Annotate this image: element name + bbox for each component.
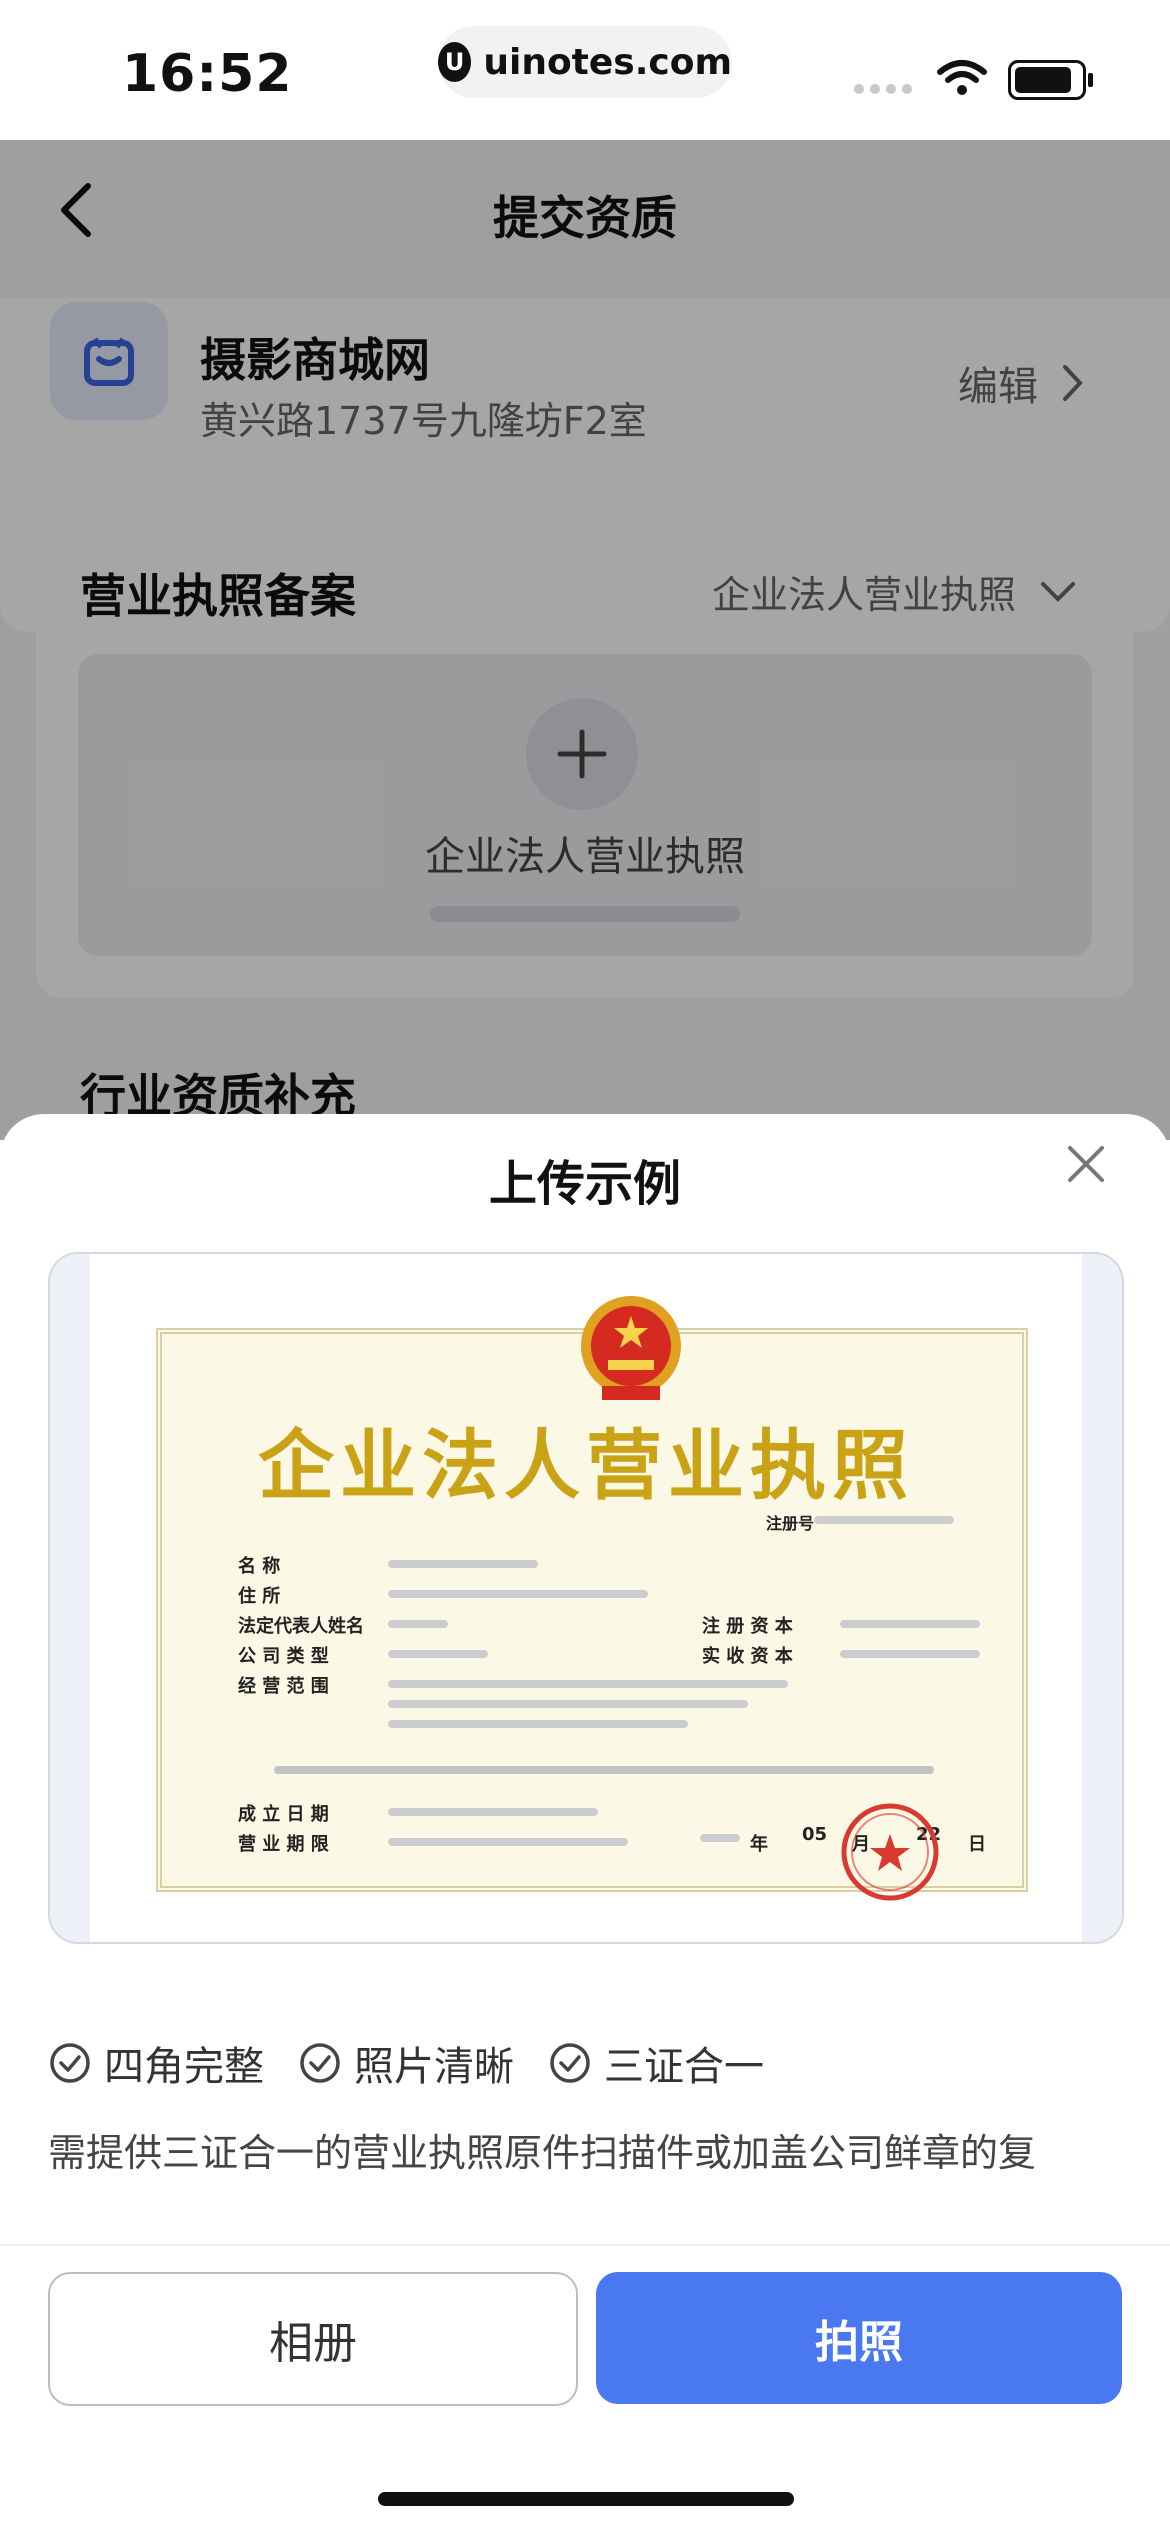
cert-date-day-label: 日 [968, 1834, 986, 1855]
footer-divider [0, 2244, 1170, 2246]
status-time: 16:52 [122, 44, 293, 104]
tag-three-in-one: 三证合一 [548, 2034, 764, 2092]
requirement-tags: 四角完整 照片清晰 三证合一 [48, 2034, 764, 2092]
signal-icon [854, 84, 912, 94]
cert-field-company-type: 公 司 类 型 [238, 1646, 329, 1667]
album-button[interactable]: 相册 [48, 2272, 578, 2406]
cert-field-established: 成 立 日 期 [238, 1804, 329, 1825]
close-icon[interactable] [1060, 1138, 1112, 1190]
tag-clear-photo: 照片清晰 [298, 2034, 514, 2092]
home-indicator [378, 2492, 794, 2506]
url-pill[interactable]: U uinotes.com [438, 26, 732, 98]
tag-label: 四角完整 [104, 2044, 264, 2090]
cert-date-month: 05 [802, 1824, 828, 1845]
battery-icon [1008, 60, 1093, 100]
upload-example-sheet: 上传示例 企业法人营业执照 注册号 名 称 住 所 法定代表人姓名 公 司 类 [0, 1114, 1170, 2532]
modal-overlay[interactable] [0, 140, 1170, 1140]
cert-blur [388, 1590, 648, 1598]
take-photo-button[interactable]: 拍照 [596, 2272, 1122, 2404]
tag-complete-corners: 四角完整 [48, 2034, 264, 2092]
cert-blur [388, 1620, 448, 1628]
cert-field-name: 名 称 [238, 1556, 281, 1577]
cert-blur [388, 1560, 538, 1568]
wifi-icon [937, 60, 987, 95]
cert-blur [388, 1838, 628, 1846]
certificate-notice-blur [274, 1766, 934, 1774]
upload-description: 需提供三证合一的营业执照原件扫描件或加盖公司鲜章的复 [48, 2131, 1037, 2175]
cert-field-term: 营 业 期 限 [238, 1834, 329, 1855]
cert-field-paid-capital: 实 收 资 本 [702, 1646, 793, 1667]
cert-field-address: 住 所 [238, 1586, 281, 1607]
cert-field-scope: 经 营 范 围 [238, 1676, 329, 1697]
cert-blur [388, 1700, 748, 1708]
official-stamp-icon [841, 1803, 939, 1901]
cert-blur [700, 1834, 740, 1842]
cert-date-year: 年 [750, 1834, 768, 1855]
reg-number-label: 注册号 [766, 1514, 815, 1533]
cert-blur [388, 1720, 688, 1728]
certificate-sample: 企业法人营业执照 注册号 名 称 住 所 法定代表人姓名 公 司 类 型 经 营… [90, 1254, 1082, 1942]
check-circle-icon [50, 2043, 90, 2083]
reg-number-blur [814, 1516, 954, 1524]
cert-blur [840, 1620, 980, 1628]
cert-field-registered-capital: 注 册 资 本 [702, 1616, 793, 1637]
tag-label: 照片清晰 [354, 2044, 514, 2090]
sheet-title: 上传示例 [488, 1156, 681, 1212]
check-circle-icon [550, 2043, 590, 2083]
check-circle-icon [300, 2043, 340, 2083]
url-text: uinotes.com [483, 41, 732, 83]
cert-blur [388, 1808, 598, 1816]
site-logo-icon: U [438, 42, 472, 82]
cert-field-legal-rep: 法定代表人姓名 [238, 1616, 364, 1637]
cert-blur [388, 1650, 488, 1658]
national-emblem-icon [581, 1296, 681, 1400]
status-bar: 16:52 U uinotes.com [0, 0, 1170, 140]
certificate-title: 企业法人营业执照 [258, 1421, 914, 1510]
cert-blur [388, 1680, 788, 1688]
tag-label: 三证合一 [604, 2044, 764, 2090]
example-image: 企业法人营业执照 注册号 名 称 住 所 法定代表人姓名 公 司 类 型 经 营… [48, 1252, 1124, 1944]
cert-blur [840, 1650, 980, 1658]
